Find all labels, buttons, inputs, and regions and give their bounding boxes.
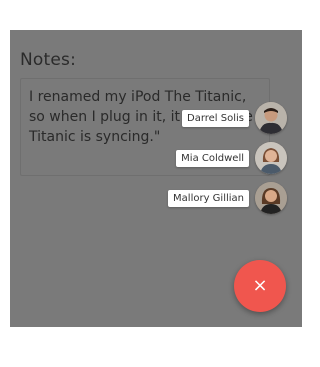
- contact-name-label: Darrel Solis: [182, 109, 249, 127]
- contact-mallory-gillian[interactable]: Mallory Gillian: [168, 182, 287, 214]
- avatar: [255, 182, 287, 214]
- notes-label: Notes:: [20, 50, 77, 70]
- contact-name-label: Mallory Gillian: [168, 189, 249, 207]
- contact-name-label: Mia Coldwell: [176, 149, 249, 167]
- close-fab-button[interactable]: ×: [234, 260, 286, 312]
- close-icon: ×: [252, 275, 268, 296]
- contact-darrel-solis[interactable]: Darrel Solis: [182, 102, 287, 134]
- avatar: [255, 142, 287, 174]
- screen: Notes: I renamed my iPod The Titanic, so…: [0, 0, 313, 367]
- contact-mia-coldwell[interactable]: Mia Coldwell: [176, 142, 287, 174]
- avatar: [255, 102, 287, 134]
